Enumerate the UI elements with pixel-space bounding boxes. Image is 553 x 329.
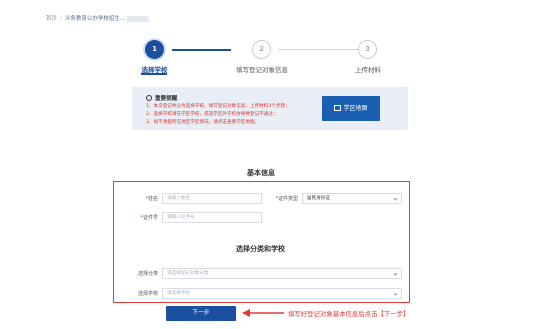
info-icon [146,95,152,101]
name-input[interactable]: 请输入姓名 [162,193,262,204]
notice-line-3: 3、如不清楚所在地区学区情况，请点击查看学区地图。 [146,120,260,125]
id-type-label: *证件类型 [275,196,298,202]
pointer-arrow-icon [242,309,284,317]
id-type-select[interactable]: 居民身份证 [302,193,402,204]
step-2-label: 填写登记对象信息 [236,66,288,74]
redacted-text [127,15,150,22]
school-select-title: 选择分类和学校 [236,245,285,253]
breadcrumb-separator: / [60,16,62,22]
next-step-button[interactable]: 下一步 [166,306,236,321]
name-label: *姓名 [145,196,158,202]
notice-line-2: 2、选择学校请在学区学校，或选学区外学校会导致登记不通过； [146,112,278,117]
id-number-label: *证件号 [140,215,158,221]
district-map-label: 学区地图 [343,105,368,112]
step-1-indicator: 1 [145,40,164,59]
category-label: 选择分类 [137,271,158,277]
step-3-label: 上传材料 [355,66,381,74]
school-select[interactable]: 请选择学校 [162,288,402,299]
chevron-down-icon [393,196,398,201]
map-icon [334,105,342,111]
top-bar: 首页 / 义务教育公办学校招生... [0,0,553,30]
step-3-indicator: 3 [358,40,377,59]
breadcrumb-current: 义务教育公办学校招生... [64,16,126,22]
notice-title: 重要提醒 [146,94,177,102]
step-2-indicator: 2 [252,40,271,59]
step-connector-2 [278,49,360,50]
category-select[interactable]: 请选择登记对象分类 [162,268,402,279]
breadcrumb-home[interactable]: 首页 [46,16,57,22]
step-connector-1 [172,49,231,51]
breadcrumb: 首页 / 义务教育公办学校招生... [46,14,150,22]
instruction-annotation: 填写好登记对象基本信息后点击【下一步】 [288,310,410,318]
step-1-underline [141,73,167,75]
notice-line-1: 1、本次登记共分为选择学校、填写登记对象信息、上传材料3个步骤； [146,104,290,109]
chevron-down-icon [393,271,398,276]
id-number-input[interactable]: 请输入证件号 [162,212,262,223]
progress-steps: 1 2 3 选择学校 填写登记对象信息 上传材料 [0,40,553,80]
basic-info-title: 基本信息 [247,169,275,177]
district-map-button[interactable]: 学区地图 [322,96,380,121]
school-label: 选择学校 [137,291,158,297]
chevron-down-icon [393,291,398,296]
